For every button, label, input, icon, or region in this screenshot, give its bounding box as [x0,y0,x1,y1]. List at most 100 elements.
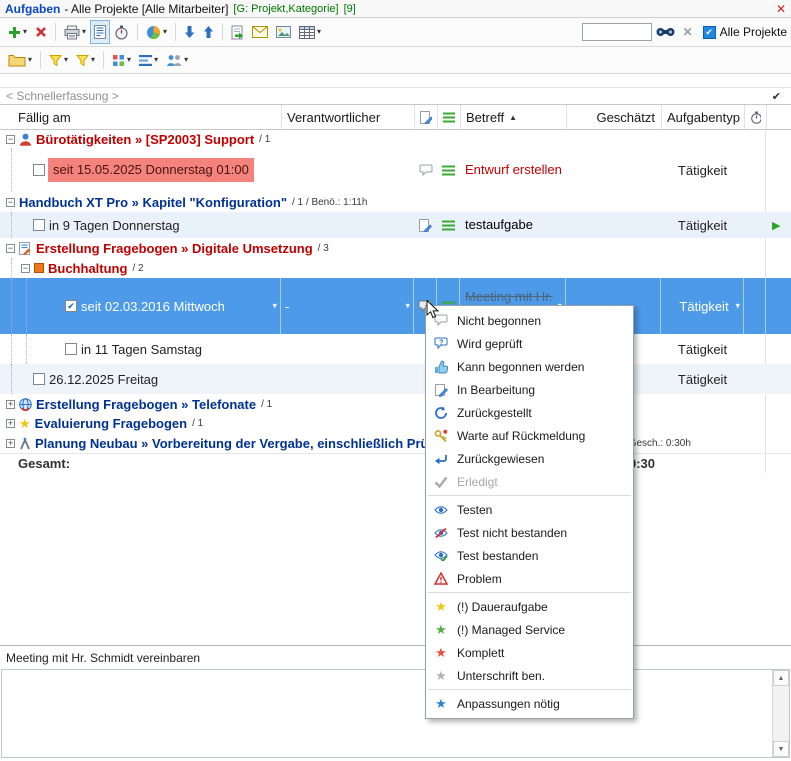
print-button[interactable]: ▾ [60,20,90,44]
checklist-icon[interactable] [437,165,460,176]
collapse-box[interactable]: − [21,264,30,273]
task-checkbox-checked[interactable]: ✔ [65,300,77,312]
chart-button[interactable]: ▾ [142,20,171,44]
dropdown-caret-icon[interactable]: ▾ [405,301,410,312]
group-row-telefonate[interactable]: + Erstellung Fragebogen » Telefonate / 1 [0,394,791,414]
export-email-button[interactable] [248,20,272,44]
clear-search-button[interactable]: ✕ [679,20,697,44]
group-row-evaluierung[interactable]: + ★ Evaluierung Fragebogen / 1 [0,414,791,433]
export-image-button[interactable] [272,20,295,44]
menu-item-komplett[interactable]: ★ Komplett [426,641,633,664]
collapse-box[interactable]: − [6,135,15,144]
edit-note-icon[interactable] [414,219,437,232]
table-view-button[interactable]: ▾ [295,20,325,44]
task-type[interactable]: Tätigkeit [678,163,727,178]
assignments-button[interactable]: ▾ [162,48,192,72]
responsible-cell[interactable] [281,148,414,192]
menu-item-test-bestanden[interactable]: Test bestanden [426,544,633,567]
menu-item-kann-begonnen-werden[interactable]: Kann begonnen werden [426,355,633,378]
dropdown-caret-icon[interactable]: ▾ [272,301,277,312]
task-checkbox[interactable] [65,343,77,355]
sort-columns-button[interactable]: ▾ [135,48,162,72]
timer-button[interactable] [110,20,133,44]
menu-item-managed-service[interactable]: ★ (!) Managed Service [426,618,633,641]
menu-item-anpassungen-noetig[interactable]: ★ Anpassungen nötig [426,692,633,715]
task-checkbox[interactable] [33,164,45,176]
column-header-responsible[interactable]: Verantwortlicher [281,105,414,129]
task-row-meeting-selected[interactable]: ✔ seit 02.03.2016 Mittwoch ▾ - ▾ Meeting… [0,278,791,334]
task-row-freitag[interactable]: 26.12.2025 Freitag Tätigkeit [0,364,791,394]
column-header-timer[interactable] [744,105,766,129]
column-header-due[interactable]: Fällig am [0,105,281,129]
task-row-entwurf[interactable]: seit 15.05.2025 Donnerstag 01:00 Entwurf… [0,148,791,192]
checklist-icon[interactable] [437,220,460,231]
task-type[interactable]: Tätigkeit [678,342,727,357]
expand-box[interactable]: + [6,400,15,409]
task-type[interactable]: Tätigkeit [678,218,727,233]
group-row-buerotaetigkeiten[interactable]: − Bürotätigkeiten » [SP2003] Support / 1 [0,130,791,148]
scroll-up-button[interactable]: ▲ [773,670,789,686]
quick-entry-row[interactable]: < Schnellerfassung > ✔ [0,87,791,105]
menu-item-zurueckgewiesen[interactable]: Zurückgewiesen [426,447,633,470]
scroll-down-button[interactable]: ▼ [773,741,789,757]
column-header-note[interactable] [414,105,437,129]
all-projects-checkbox[interactable]: ✔ [703,26,716,39]
expand-box[interactable]: + [6,419,15,428]
menu-item-testen[interactable]: Testen [426,498,633,521]
new-task-button[interactable]: ▾ [4,20,31,44]
collapse-box[interactable]: − [6,198,15,207]
task-checkbox[interactable] [33,219,45,231]
menu-item-erledigt[interactable]: Erledigt [426,470,633,493]
due-date[interactable]: in 9 Tagen Donnerstag [49,218,180,233]
preview-toggle-button[interactable] [90,20,110,44]
dropdown-caret-icon[interactable]: ▾ [735,301,740,312]
menu-item-wird-geprueft[interactable]: ? Wird geprüft [426,332,633,355]
task-checkbox[interactable] [33,373,45,385]
task-subject[interactable]: Entwurf erstellen [460,162,562,179]
group-by-button[interactable]: ▾ [108,48,135,72]
menu-item-daueraufgabe[interactable]: ★ (!) Daueraufgabe [426,595,633,618]
quick-entry-placeholder[interactable]: < Schnellerfassung > [6,89,119,103]
group-row-buchhaltung[interactable]: − Buchhaltung / 2 [0,258,791,278]
status-bubble-icon[interactable] [414,164,437,177]
group-row-digitale-umsetzung[interactable]: − Erstellung Fragebogen » Digitale Umset… [0,238,791,258]
menu-item-warte-auf-rueckmeldung[interactable]: Warte auf Rückmeldung [426,424,633,447]
task-subject[interactable]: testaufgabe [460,217,533,234]
search-button[interactable] [652,20,679,44]
description-textarea[interactable]: ▲ ▼ [1,669,790,758]
task-row-samstag[interactable]: in 11 Tagen Samstag Tätigkeit [0,334,791,364]
menu-item-problem[interactable]: Problem [426,567,633,590]
column-header-checklist[interactable] [437,105,460,129]
responsible-cell[interactable]: - ▾ [281,278,414,334]
due-date[interactable]: in 11 Tagen Samstag [81,342,202,357]
group-row-handbuch[interactable]: − Handbuch XT Pro » Kapitel "Konfigurati… [0,192,791,212]
window-titlebar[interactable]: Aufgaben - Alle Projekte [Alle Mitarbeit… [0,0,791,18]
menu-item-unterschrift-ben[interactable]: ★ Unterschrift ben. [426,664,633,687]
column-header-subject[interactable]: Betreff ▲ [460,105,566,129]
responsible-cell[interactable] [281,212,414,238]
move-down-button[interactable] [180,20,199,44]
responsible-value[interactable]: - [285,299,289,314]
filter-button-2[interactable]: ▾ [72,48,99,72]
filter-button-1[interactable]: ▾ [45,48,72,72]
view-folder-button[interactable]: ▾ [4,48,36,72]
menu-item-test-nicht-bestanden[interactable]: Test nicht bestanden [426,521,633,544]
group-row-planung-neubau[interactable]: + Planung Neubau » Vorbereitung der Verg… [0,433,791,453]
delete-task-button[interactable] [31,20,51,44]
menu-item-zurueckgestellt[interactable]: Zurückgestellt [426,401,633,424]
column-header-estimated[interactable]: Geschätzt [566,105,661,129]
export-file-button[interactable] [227,20,248,44]
task-type[interactable]: Tätigkeit [679,299,728,314]
expand-box[interactable]: + [6,439,15,448]
column-header-task-type[interactable]: Aufgabentyp [661,105,744,129]
close-button[interactable]: ✕ [776,2,786,16]
task-type[interactable]: Tätigkeit [678,372,727,387]
search-input[interactable] [582,23,652,41]
start-timer-play-icon[interactable]: ▶ [772,219,780,232]
due-date[interactable]: 26.12.2025 Freitag [49,372,158,387]
collapse-box[interactable]: − [6,244,15,253]
menu-item-nicht-begonnen[interactable]: Nicht begonnen [426,309,633,332]
vertical-scrollbar[interactable]: ▲ ▼ [772,670,789,757]
confirm-check-icon[interactable]: ✔ [772,90,781,103]
due-date[interactable]: seit 02.03.2016 Mittwoch [81,299,225,314]
